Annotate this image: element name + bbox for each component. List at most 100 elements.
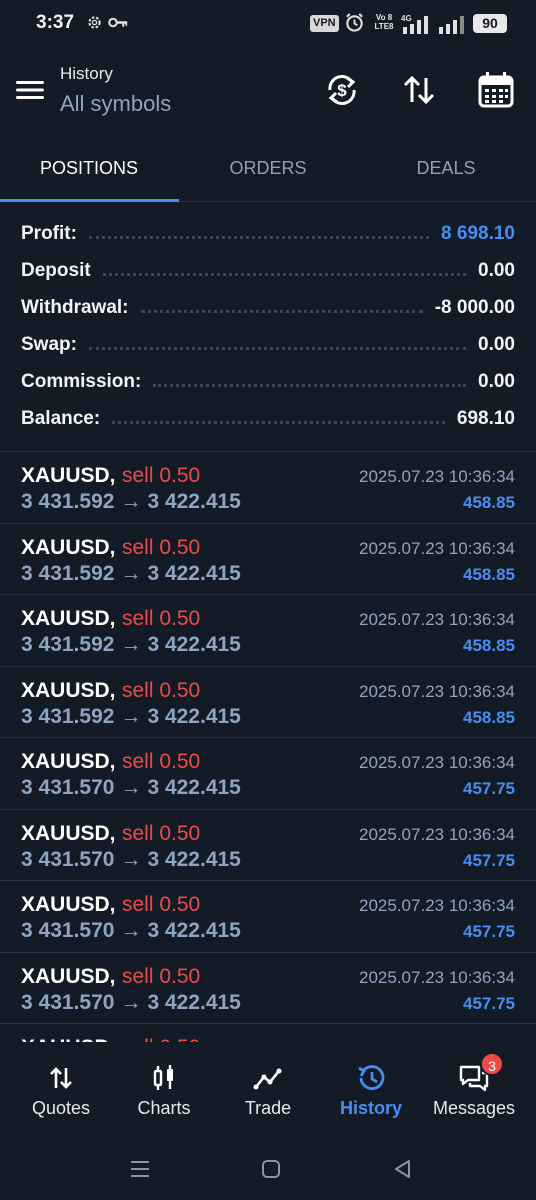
summary-row-deposit: Deposit 0.00 — [0, 252, 536, 289]
active-tab-indicator — [0, 199, 179, 202]
nav-label: Charts — [137, 1098, 191, 1118]
deal-profit: 458.85 — [463, 707, 515, 727]
settings-gear-icon — [88, 16, 101, 29]
back-icon[interactable] — [390, 1156, 416, 1182]
deal-profit: 458.85 — [463, 564, 515, 584]
summary-row-withdrawal: Withdrawal: -8 000.00 — [0, 289, 536, 326]
volte-indicator: Vo 8 LTE8 — [370, 13, 398, 31]
deal-profit: 457.75 — [463, 850, 515, 870]
deal-symbol: XAUUSD, — [21, 678, 116, 702]
page-title: History — [60, 64, 113, 83]
symbol-filter[interactable]: All symbols — [60, 91, 171, 117]
deal-prices: 3 431.570 → 3 422.415 — [21, 848, 241, 872]
list-item[interactable]: XAUUSD, sell 0.50 3 431.592 → 3 422.415 2025.… — [0, 667, 536, 738]
deal-close-price: 3 422.415 — [147, 847, 241, 871]
deal-symbol: XAUUSD, — [21, 607, 116, 630]
deal-type: sell 0.50 — [122, 678, 201, 702]
deal-profit: 457.75 — [463, 922, 515, 941]
nav-charts[interactable]: Charts — [112, 1063, 216, 1127]
network-type: 4G — [401, 14, 412, 23]
volte-bottom: LTE8 — [374, 22, 394, 31]
list-item[interactable]: XAUUSD, sell 0.50 3 431.592 → 3 422.415 2025.… — [0, 595, 536, 667]
trade-icon — [253, 1068, 282, 1090]
alarm-icon — [346, 13, 363, 32]
summary-value: 0.00 — [478, 370, 515, 392]
battery-indicator: 90 — [473, 14, 507, 33]
deal-arrow: → — [120, 919, 142, 942]
volte-top: Vo 8 — [375, 13, 393, 22]
list-item[interactable]: XAUUSD, sell 0.50 3 431.570 → 3 422.415 2025.… — [0, 810, 536, 881]
deal-arrow: → — [120, 633, 142, 656]
deal-profit: 458.85 — [463, 493, 515, 512]
deal-arrow: → — [120, 990, 142, 1014]
history-tabs: POSITIONS ORDERS DEALS — [0, 140, 536, 202]
signal-icon — [439, 16, 464, 34]
tab-orders[interactable]: ORDERS — [179, 140, 357, 202]
deal-arrow: → — [120, 776, 142, 799]
recents-icon[interactable] — [127, 1156, 153, 1182]
vpn-badge: VPN — [310, 15, 339, 32]
nav-messages[interactable]: 3 Messages — [422, 1052, 526, 1127]
deal-open-price: 3 431.570 — [21, 919, 115, 942]
deal-symbol: XAUUSD, — [21, 1036, 116, 1042]
summary-row-balance: Balance: 698.10 — [0, 400, 536, 437]
list-item[interactable]: XAUUSD, sell 0.50 3 431.570 → 3 422.415 2025.… — [0, 881, 536, 953]
charts-icon — [153, 1065, 173, 1090]
nav-label: Quotes — [31, 1098, 91, 1118]
deal-open-price: 3 431.592 — [21, 561, 115, 585]
summary-row-swap: Swap: 0.00 — [0, 326, 536, 363]
summary-value: -8 000.00 — [434, 296, 515, 318]
list-item[interactable]: XAUUSD, sell 0.50 3 431.592 → 3 422.415 2025.… — [0, 452, 536, 524]
home-icon[interactable] — [258, 1156, 284, 1182]
calendar-icon[interactable] — [476, 70, 516, 110]
messages-badge: 3 — [480, 1052, 504, 1076]
deal-prices: 3 431.592 → 3 422.415 — [21, 705, 241, 729]
deal-open-price: 3 431.570 — [21, 990, 115, 1014]
summary-row-commission: Commission: 0.00 — [0, 363, 536, 400]
deal-prices: 3 431.570 → 3 422.415 — [21, 919, 241, 943]
list-item[interactable]: XAUUSD, sell 0.50 3 431.570 → 3 422.415 2025.… — [0, 953, 536, 1024]
summary-label: Balance: — [21, 407, 101, 429]
summary-label: Deposit — [21, 259, 91, 281]
deal-time: 2025.07.23 10:36:34 — [359, 681, 515, 701]
list-item[interactable]: XAUUSD, sell 0.50 3 431.570 → 3 422.415 2025.… — [0, 738, 536, 810]
system-navigation-bar — [0, 1140, 536, 1200]
deal-time: 2025.07.23 10:36:34 — [359, 824, 515, 844]
positions-list[interactable]: XAUUSD, sell 0.50 3 431.592 → 3 422.415 2025.… — [0, 452, 536, 1042]
deal-type: sell 0.50 — [122, 1036, 200, 1042]
nav-quotes[interactable]: Quotes — [9, 1063, 113, 1127]
nav-trade[interactable]: Trade — [216, 1063, 320, 1127]
deal-time: 2025.07.23 10:36:34 — [359, 538, 515, 558]
deal-time: 2025.07.23 10:36:34 — [359, 967, 515, 987]
nav-history[interactable]: History — [319, 1063, 423, 1127]
tab-positions[interactable]: POSITIONS — [0, 140, 178, 202]
deal-open-price: 3 431.592 — [21, 633, 115, 656]
status-bar: 3:37 VPN Vo 8 LTE8 4G 90 — [0, 0, 536, 48]
list-item[interactable]: XAUUSD, sell 0.50 2025.07.23 10:36:34 — [0, 1024, 536, 1042]
deal-close-price: 3 422.415 — [147, 776, 241, 799]
deal-close-price: 3 422.415 — [147, 490, 241, 513]
deal-type: sell 0.50 — [122, 607, 201, 630]
deal-arrow: → — [120, 847, 142, 871]
deal-symbol: XAUUSD, — [21, 464, 116, 487]
deal-time: 2025.07.23 10:36:34 — [359, 896, 515, 915]
deal-prices: 3 431.592 → 3 422.415 — [21, 633, 241, 657]
deal-type: sell 0.50 — [122, 464, 201, 487]
history-icon — [358, 1065, 385, 1090]
deal-type: sell 0.50 — [122, 535, 201, 559]
deal-arrow: → — [120, 561, 142, 585]
deal-prices: 3 431.592 → 3 422.415 — [21, 490, 241, 514]
menu-icon[interactable] — [16, 78, 44, 102]
deal-time: 2025.07.23 10:36:34 — [359, 753, 515, 772]
tab-deals[interactable]: DEALS — [357, 140, 535, 202]
deal-open-price: 3 431.592 — [21, 704, 115, 728]
sort-icon[interactable] — [399, 70, 439, 110]
dollar-refresh-icon[interactable]: $ — [322, 70, 362, 110]
summary-value: 0.00 — [478, 259, 515, 281]
dotted-leader — [88, 236, 430, 239]
nav-label: Messages — [432, 1098, 516, 1118]
deal-close-price: 3 422.415 — [147, 633, 241, 656]
deal-profit: 457.75 — [463, 993, 515, 1013]
list-item[interactable]: XAUUSD, sell 0.50 3 431.592 → 3 422.415 2025.… — [0, 524, 536, 595]
dotted-leader — [140, 310, 423, 313]
